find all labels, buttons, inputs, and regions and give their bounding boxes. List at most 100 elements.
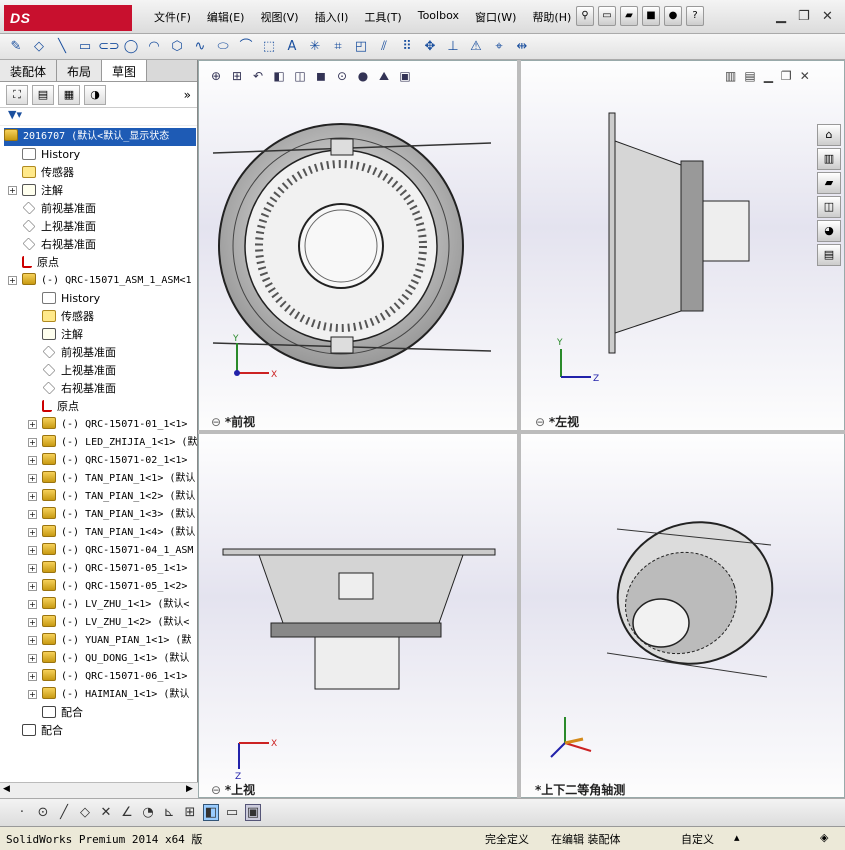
tree-expand-toggle[interactable]: + [28,438,37,447]
display-edges-icon[interactable]: ▭ [224,805,240,820]
pin-icon[interactable]: ⚲ [576,6,594,26]
tree-item[interactable]: 注解 [22,182,198,200]
tab-sketch[interactable]: 草图 [102,60,148,81]
offset-icon[interactable]: ⬚ [259,38,279,56]
top-view-viewport[interactable]: Z X ⊖ *上视 [198,432,520,798]
mirror-icon[interactable]: ⫽ [374,38,394,56]
menu-window[interactable]: 窗口(W) [467,9,524,25]
tree-item[interactable]: (-) LED_ZHIJIA_1<1> (默 [42,434,198,452]
rebuild-traffic-light-icon[interactable]: ● [664,6,682,26]
tree-root-assembly[interactable]: 2016707 (默认<默认_显示状态 [4,128,196,146]
repair-sketch-icon[interactable]: ⚠ [466,38,486,56]
tree-item[interactable]: (-) QRC-15071-05_1<1> [42,560,198,578]
expand-panel-icon[interactable]: » [184,88,191,102]
menu-toolbox[interactable]: Toolbox [410,9,467,25]
tree-item[interactable]: (-) QRC-15071-02_1<1> [42,452,198,470]
new-document-icon[interactable]: ▭ [598,6,616,26]
tree-expand-toggle[interactable]: + [28,672,37,681]
line-snap-icon[interactable]: ╱ [56,805,72,820]
pattern-icon[interactable]: ⠿ [397,38,417,56]
tree-item[interactable]: (-) TAN_PIAN_1<4> (默认 [42,524,198,542]
restore-icon[interactable]: ❐ [798,9,810,24]
help-question-icon[interactable]: ? [686,6,704,26]
menu-file[interactable]: 文件(F) [146,9,199,25]
tree-expand-toggle[interactable]: + [28,654,37,663]
tab-layout[interactable]: 布局 [57,60,103,81]
menu-tools[interactable]: 工具(T) [356,9,409,25]
tree-item[interactable]: (-) TAN_PIAN_1<2> (默认 [42,488,198,506]
tree-item[interactable]: (-) QRC-15071-06_1<1> [42,668,198,686]
instant-2d-icon[interactable]: ⇹ [512,38,532,56]
rectangle-icon[interactable]: ▭ [75,38,95,56]
line-icon[interactable]: ╲ [52,38,72,56]
arc-icon[interactable]: ◠ [144,38,164,56]
horizontal-viewport-splitter[interactable] [198,430,845,434]
text-icon[interactable]: A [282,38,302,56]
tree-item[interactable]: 原点 [42,398,198,416]
viewport-restore-icon[interactable]: ❐ [781,69,792,83]
tree-expand-toggle[interactable]: + [8,186,17,195]
tag-icon[interactable]: ◈ [820,831,828,844]
display-manager-icon[interactable]: ◑ [84,84,106,105]
sketch-icon[interactable]: ✎ [6,38,26,56]
vertical-viewport-splitter[interactable] [517,60,521,798]
menu-edit[interactable]: 编辑(E) [199,9,253,25]
ellipse-icon[interactable]: ⬭ [213,38,233,56]
menu-view[interactable]: 视图(V) [252,9,306,25]
tree-expand-toggle[interactable]: + [28,600,37,609]
isometric-view-viewport[interactable]: *上下二等角轴测 [520,432,845,798]
tree-expand-toggle[interactable]: + [28,456,37,465]
units-dropdown-icon[interactable]: ▴ [734,831,740,844]
tree-item[interactable]: (-) QU_DONG_1<1> (默认 [42,650,198,668]
convert-entities-icon[interactable]: ◰ [351,38,371,56]
view-palette-icon[interactable]: ◫ [817,196,841,218]
solidworks-resources-icon[interactable]: ⌂ [817,124,841,146]
grid-snap-icon[interactable]: ⊞ [182,805,198,820]
point-icon[interactable]: ✳ [305,38,325,56]
tree-expand-toggle[interactable]: + [28,492,37,501]
tree-item[interactable]: (-) QRC-15071-04_1_ASM [42,542,198,560]
tile-vertical-icon[interactable]: ▤ [744,69,755,83]
tree-expand-toggle[interactable]: + [28,510,37,519]
tree-expand-toggle[interactable]: + [28,582,37,591]
tree-expand-toggle[interactable]: + [28,636,37,645]
tree-item[interactable]: (-) QRC-15071-05_1<2> [42,578,198,596]
tree-item[interactable]: (-) YUAN_PIAN_1<1> (默 [42,632,198,650]
smart-dimension-icon[interactable]: ◇ [29,38,49,56]
menu-help[interactable]: 帮助(H) [524,9,579,25]
tree-expand-toggle[interactable]: + [28,546,37,555]
custom-properties-icon[interactable]: ▤ [817,244,841,266]
tree-filter-icon[interactable]: ▼▾ [0,108,197,126]
tree-item[interactable]: 注解 [42,326,198,344]
design-library-icon[interactable]: ▥ [817,148,841,170]
appearances-icon[interactable]: ◕ [817,220,841,242]
left-view-viewport[interactable]: Y Z ▥ ▤ ▁ ❐ ✕ ⊖ *左视 [520,60,845,432]
move-entities-icon[interactable]: ✥ [420,38,440,56]
tree-expand-toggle[interactable]: + [8,276,17,285]
tree-item[interactable]: 右视基准面 [42,380,198,398]
tree-item[interactable]: (-) HAIMIAN_1<1> (默认 [42,686,198,704]
perpendicular-icon[interactable]: ⊾ [161,805,177,820]
polygon-icon[interactable]: ⬡ [167,38,187,56]
scroll-right-icon[interactable]: ▶ [186,784,193,794]
tree-item[interactable]: 右视基准面 [22,236,198,254]
tree-item[interactable]: (-) TAN_PIAN_1<1> (默认 [42,470,198,488]
tree-item[interactable]: 前视基准面 [42,344,198,362]
angle-icon[interactable]: ∠ [119,805,135,820]
tree-expand-toggle[interactable]: + [28,528,37,537]
tree-item[interactable]: 配合 [42,704,198,722]
tree-item[interactable]: 原点 [22,254,198,272]
display-wireframe-icon[interactable]: ▣ [245,804,261,821]
tree-item[interactable]: (-) LV_ZHU_1<2> (默认< [42,614,198,632]
quick-snaps-icon[interactable]: ⌖ [489,38,509,56]
save-icon[interactable]: ■ [642,6,660,26]
viewport-close-icon[interactable]: ✕ [800,69,810,83]
tangent-icon[interactable]: ◇ [77,805,93,820]
tree-expand-toggle[interactable]: + [28,618,37,627]
spline-icon[interactable]: ∿ [190,38,210,56]
tree-expand-toggle[interactable]: + [28,564,37,573]
tree-item[interactable]: (-) TAN_PIAN_1<3> (默认 [42,506,198,524]
scroll-left-icon[interactable]: ◀ [3,784,10,794]
tree-item[interactable]: 传感器 [42,308,198,326]
property-manager-icon[interactable]: ▤ [32,84,54,105]
